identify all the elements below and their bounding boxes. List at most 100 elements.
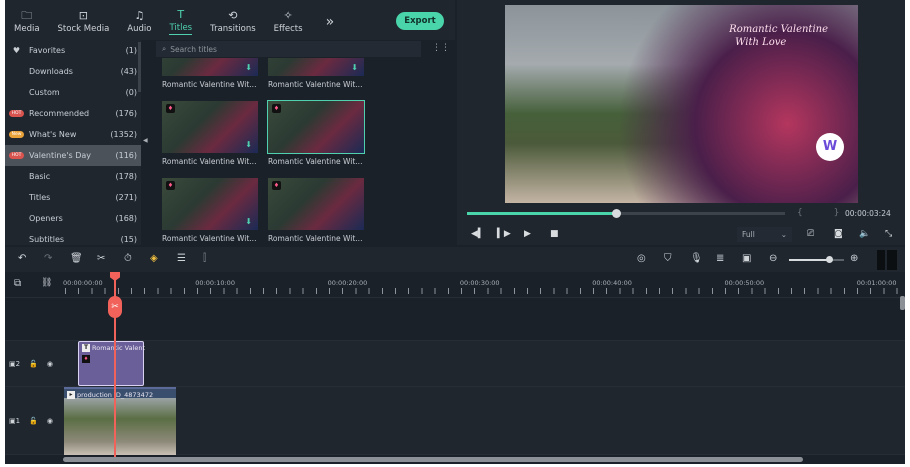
tab-audio[interactable]: ♫ Audio bbox=[118, 4, 160, 40]
stock-icon: ⊡ bbox=[78, 9, 89, 22]
download-icon[interactable]: ⬇ bbox=[245, 140, 252, 149]
tab-titles[interactable]: T Titles bbox=[160, 4, 201, 40]
zoom-slider-handle[interactable] bbox=[825, 256, 833, 263]
title-thumbnail[interactable]: ♦ ⬇ bbox=[162, 101, 258, 153]
gem-icon: ♦ bbox=[82, 355, 90, 363]
sidebar-item[interactable]: ♥ Favorites (1) bbox=[5, 40, 141, 61]
timecode: 00:00:03:24 bbox=[845, 209, 891, 218]
mic-icon[interactable]: 🎙 bbox=[690, 253, 703, 264]
seekbar-progress bbox=[467, 212, 617, 215]
video-clip[interactable]: ▸ production ID_4873472 bbox=[64, 387, 176, 455]
marker-icon[interactable]: ⛉ bbox=[664, 253, 672, 264]
premium-gem-icon: ♦ bbox=[166, 181, 175, 190]
download-icon[interactable]: ⬇ bbox=[245, 63, 252, 72]
cut-icon[interactable]: ✂ bbox=[97, 253, 105, 264]
volume-icon[interactable]: 🔈 bbox=[859, 229, 870, 239]
export-button[interactable]: Export bbox=[396, 12, 444, 30]
premium-gem-icon: ♦ bbox=[272, 181, 281, 190]
speed-icon[interactable]: ⏱ bbox=[124, 253, 132, 264]
sidebar-item[interactable]: Downloads (43) bbox=[5, 61, 141, 82]
zoom-slider[interactable] bbox=[789, 256, 844, 263]
collapse-panel-icon[interactable]: ◀ bbox=[143, 137, 148, 144]
eye-icon[interactable]: ◉ bbox=[47, 417, 53, 425]
tab-media[interactable]: 🗀 Media bbox=[5, 4, 49, 40]
quality-select[interactable]: Full ⌄ bbox=[737, 227, 792, 242]
sidebar-item[interactable]: Openers (168) bbox=[5, 208, 141, 229]
grid-view-icon[interactable]: ⋮⋮ bbox=[432, 43, 450, 53]
chevron-down-icon: ⌄ bbox=[780, 230, 787, 239]
snapshot-icon[interactable]: ◙ bbox=[834, 229, 843, 239]
editor-window: 🗀 Media ⊡ Stock Media ♫ Audio T Titles ⟲ Tran… bbox=[5, 0, 905, 464]
split-scissors-icon[interactable]: ✂ bbox=[108, 296, 122, 318]
lock-icon[interactable]: 🔓 bbox=[29, 360, 38, 368]
stop-icon[interactable]: ■ bbox=[550, 229, 559, 239]
eye-icon[interactable]: ◉ bbox=[47, 360, 53, 368]
more-tabs-button[interactable]: » bbox=[312, 4, 344, 40]
title-label: Romantic Valentine Wit... bbox=[162, 234, 257, 243]
sidebar-item[interactable]: Basic (178) bbox=[5, 166, 141, 187]
ruler-label: 00:00:00:00 bbox=[63, 279, 103, 287]
lock-icon[interactable]: 🔓 bbox=[29, 417, 38, 425]
add-track-icon[interactable]: ⧉ bbox=[14, 278, 21, 289]
subtitle-icon[interactable]: ▣ bbox=[742, 253, 751, 264]
ruler-ticks bbox=[65, 288, 905, 294]
voiceover-icon[interactable]: ≣ bbox=[716, 253, 724, 264]
title-thumbnail[interactable]: ♦ ⬇ bbox=[162, 178, 258, 230]
undo-icon[interactable]: ↶ bbox=[18, 253, 26, 264]
link-icon[interactable]: ⛓ bbox=[41, 278, 52, 288]
heart-icon: ♥ bbox=[12, 46, 21, 55]
preview-title-overlay: Romantic Valentine With Love bbox=[729, 24, 828, 48]
search-input[interactable]: ⌕ Search titles bbox=[156, 41, 421, 57]
keyframe-icon[interactable]: ◈ bbox=[150, 253, 158, 264]
sidebar-item[interactable]: Custom (0) bbox=[5, 82, 141, 103]
next-frame-icon[interactable]: ▍▶ bbox=[497, 229, 511, 239]
sidebar-item-label: What's New bbox=[29, 130, 77, 139]
sidebar-item-label: Valentine's Day bbox=[29, 151, 92, 160]
tab-transitions[interactable]: ⟲ Transitions bbox=[201, 4, 265, 40]
sidebar-item-label: Openers bbox=[29, 214, 63, 223]
sidebar-item[interactable]: Titles (271) bbox=[5, 187, 141, 208]
timeline-vertical-scrollbar[interactable] bbox=[900, 296, 905, 310]
preview-video[interactable]: Romantic Valentine With Love W bbox=[505, 5, 858, 203]
sidebar-item[interactable]: HOT Valentine's Day (116) bbox=[5, 145, 141, 166]
timeline-horizontal-scrollbar[interactable] bbox=[63, 457, 803, 462]
empty-track bbox=[5, 298, 905, 341]
download-icon[interactable]: ⬇ bbox=[351, 63, 358, 72]
track-2-header: ▣2 🔓 ◉ bbox=[5, 341, 62, 387]
title-label: Romantic Valentine Wit... bbox=[268, 157, 363, 166]
render-icon[interactable]: ◎ bbox=[637, 253, 646, 264]
tab-effects[interactable]: ✧ Effects bbox=[265, 4, 312, 40]
sidebar-scrollbar[interactable] bbox=[138, 42, 141, 92]
sidebar-item[interactable]: New What's New (1352) bbox=[5, 124, 141, 145]
fullscreen-icon[interactable]: ⤡ bbox=[885, 229, 892, 239]
sidebar-item-count: (43) bbox=[120, 67, 137, 76]
sidebar-item-label: Downloads bbox=[29, 67, 73, 76]
display-icon[interactable]: ⎚ bbox=[807, 229, 814, 239]
library-tabs: 🗀 Media ⊡ Stock Media ♫ Audio T Titles ⟲ Tran… bbox=[5, 0, 455, 40]
title-thumbnail[interactable]: ♦ bbox=[267, 100, 365, 154]
play-icon[interactable]: ▶ bbox=[524, 229, 531, 239]
prev-frame-icon[interactable]: ◀▍ bbox=[471, 229, 485, 239]
download-icon[interactable]: ⬇ bbox=[245, 217, 252, 226]
seekbar-handle[interactable] bbox=[612, 209, 622, 218]
zoom-in-icon[interactable]: ⊕ bbox=[850, 253, 858, 264]
zoom-out-icon[interactable]: ⊖ bbox=[769, 253, 777, 264]
delete-icon[interactable]: 🗑 bbox=[70, 253, 83, 264]
sidebar-item-label: Favorites bbox=[29, 46, 66, 55]
video-track-icon: ▣2 bbox=[9, 360, 21, 368]
audio-split-icon[interactable]: ⫿ bbox=[203, 253, 206, 264]
timeline-ruler[interactable] bbox=[5, 272, 905, 298]
sidebar-item-count: (271) bbox=[115, 193, 137, 202]
title-clip[interactable]: T Romantic Valent ♦ bbox=[78, 341, 145, 386]
redo-icon[interactable]: ↷ bbox=[44, 253, 52, 264]
layout-toggle[interactable] bbox=[877, 250, 897, 270]
adjust-icon[interactable]: ☰ bbox=[177, 253, 186, 264]
watermark-logo: W bbox=[816, 133, 844, 161]
track-1-header: ▣1 🔓 ◉ bbox=[5, 387, 62, 455]
music-icon: ♫ bbox=[134, 9, 145, 22]
title-thumbnail[interactable]: ♦ bbox=[268, 178, 364, 230]
preview-seekbar[interactable] bbox=[467, 209, 785, 218]
sidebar-item[interactable]: HOT Recommended (176) bbox=[5, 103, 141, 124]
category-sidebar: ♥ Favorites (1) Downloads (43) Custom (0) HOT Re… bbox=[5, 40, 141, 245]
tab-stock-media[interactable]: ⊡ Stock Media bbox=[49, 4, 119, 40]
